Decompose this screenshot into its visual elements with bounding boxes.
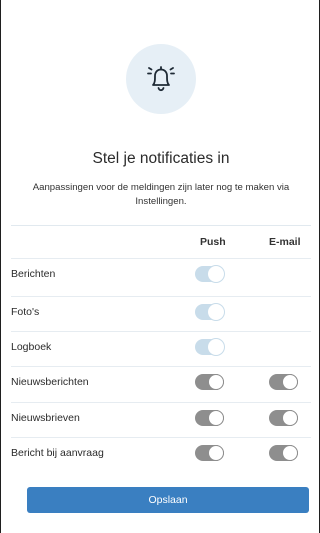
toggle-knob [282, 445, 298, 461]
setting-label: Nieuwsbrieven [11, 412, 80, 424]
page-subtitle: Aanpassingen voor de meldingen zijn late… [32, 182, 290, 207]
setting-row-logboek: Logboek [11, 331, 311, 360]
toggle-knob [208, 266, 224, 282]
push-toggle-logboek[interactable] [195, 339, 224, 355]
push-toggle-nieuwsbrieven[interactable] [195, 410, 224, 426]
email-toggle-nieuwsberichten[interactable] [269, 374, 298, 390]
notification-settings-panel: Stel je notificaties in Aanpassingen voo… [0, 0, 320, 533]
toggle-knob [208, 445, 224, 461]
push-toggle-bericht-bij-aanvraag[interactable] [195, 445, 224, 461]
page-title: Stel je notificaties in [92, 150, 230, 167]
toggle-knob [208, 374, 224, 390]
divider [11, 225, 311, 226]
column-header-push: Push [200, 236, 226, 248]
setting-label: Nieuwsberichten [11, 376, 89, 388]
bell-icon [147, 66, 175, 92]
column-header-email: E-mail [269, 236, 301, 248]
setting-row-nieuwsbrieven: Nieuwsbrieven [11, 402, 311, 431]
push-toggle-nieuwsberichten[interactable] [195, 374, 224, 390]
toggle-knob [208, 304, 224, 320]
toggle-knob [282, 410, 298, 426]
email-toggle-nieuwsbrieven[interactable] [269, 410, 298, 426]
push-toggle-fotos[interactable] [195, 304, 224, 320]
push-toggle-berichten[interactable] [195, 266, 224, 282]
setting-label: Foto's [11, 306, 40, 318]
email-toggle-bericht-bij-aanvraag[interactable] [269, 445, 298, 461]
setting-label: Logboek [11, 341, 52, 353]
setting-row-bericht-bij-aanvraag: Bericht bij aanvraag [11, 437, 311, 466]
setting-label: Berichten [11, 268, 56, 280]
setting-row-nieuwsberichten: Nieuwsberichten [11, 366, 311, 395]
setting-label: Bericht bij aanvraag [11, 447, 104, 459]
toggle-knob [208, 339, 224, 355]
bell-icon-circle [126, 44, 196, 114]
toggle-knob [208, 410, 224, 426]
setting-row-berichten: Berichten [11, 258, 311, 287]
setting-row-fotos: Foto's [11, 296, 311, 325]
save-button[interactable]: Opslaan [27, 487, 309, 513]
toggle-knob [282, 374, 298, 390]
